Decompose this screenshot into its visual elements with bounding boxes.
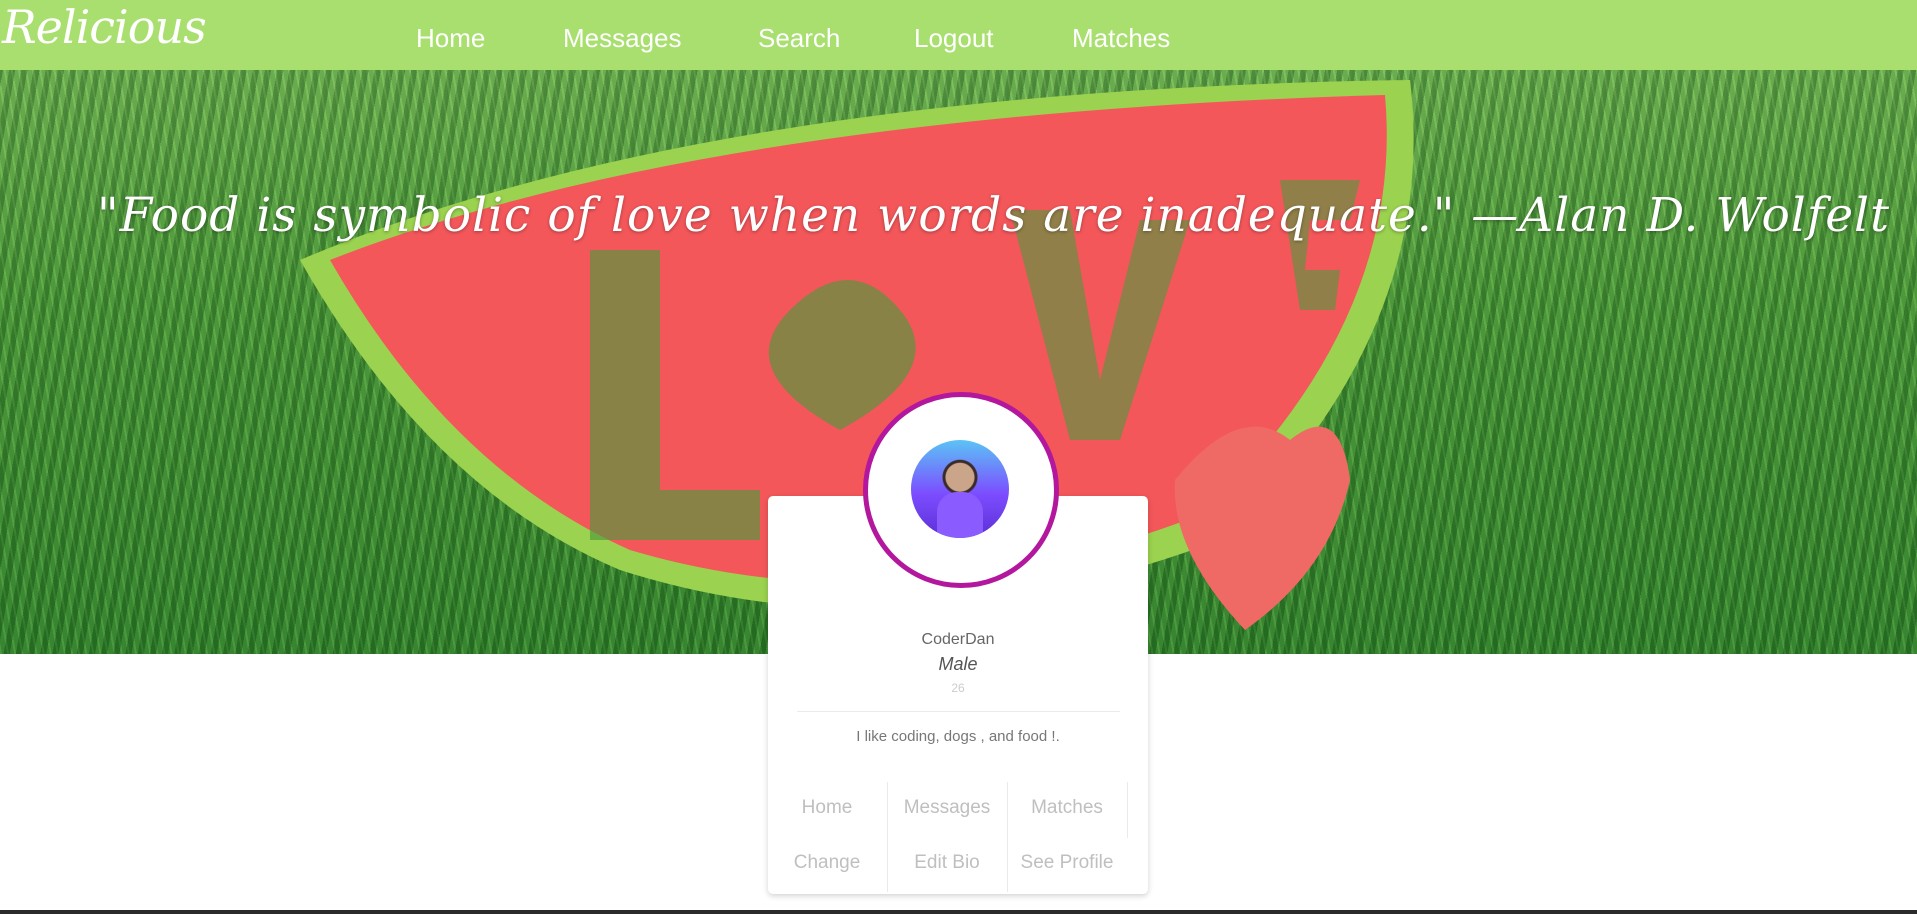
avatar[interactable]: [911, 440, 1009, 538]
nav-logout-link[interactable]: Logout: [914, 20, 994, 56]
top-navigation-bar: Relicious Home Messages Search Logout Ma…: [0, 0, 1917, 70]
brand-logo[interactable]: Relicious: [2, 0, 207, 54]
card-column-divider: [1127, 782, 1128, 838]
card-home-button[interactable]: Home: [767, 797, 887, 819]
nav-messages-link[interactable]: Messages: [563, 20, 682, 56]
nav-search-link[interactable]: Search: [758, 20, 840, 56]
card-change-button[interactable]: Change: [767, 852, 887, 874]
card-messages-button[interactable]: Messages: [887, 797, 1007, 819]
card-see-profile-button[interactable]: See Profile: [1007, 852, 1127, 874]
profile-bio: I like coding, dogs , and food !.: [856, 728, 1060, 745]
profile-age: 26: [951, 681, 965, 695]
card-matches-button[interactable]: Matches: [1007, 797, 1127, 819]
avatar-figure: [937, 492, 983, 538]
profile-gender: Male: [938, 654, 978, 674]
profile-username: CoderDan: [921, 631, 995, 648]
nav-home-link[interactable]: Home: [416, 20, 485, 56]
nav-matches-link[interactable]: Matches: [1072, 20, 1170, 56]
hero-quote: "Food is symbolic of love when words are…: [97, 188, 1890, 243]
bottom-bar: [0, 910, 1917, 914]
card-divider: [797, 711, 1120, 712]
card-edit-bio-button[interactable]: Edit Bio: [887, 852, 1007, 874]
